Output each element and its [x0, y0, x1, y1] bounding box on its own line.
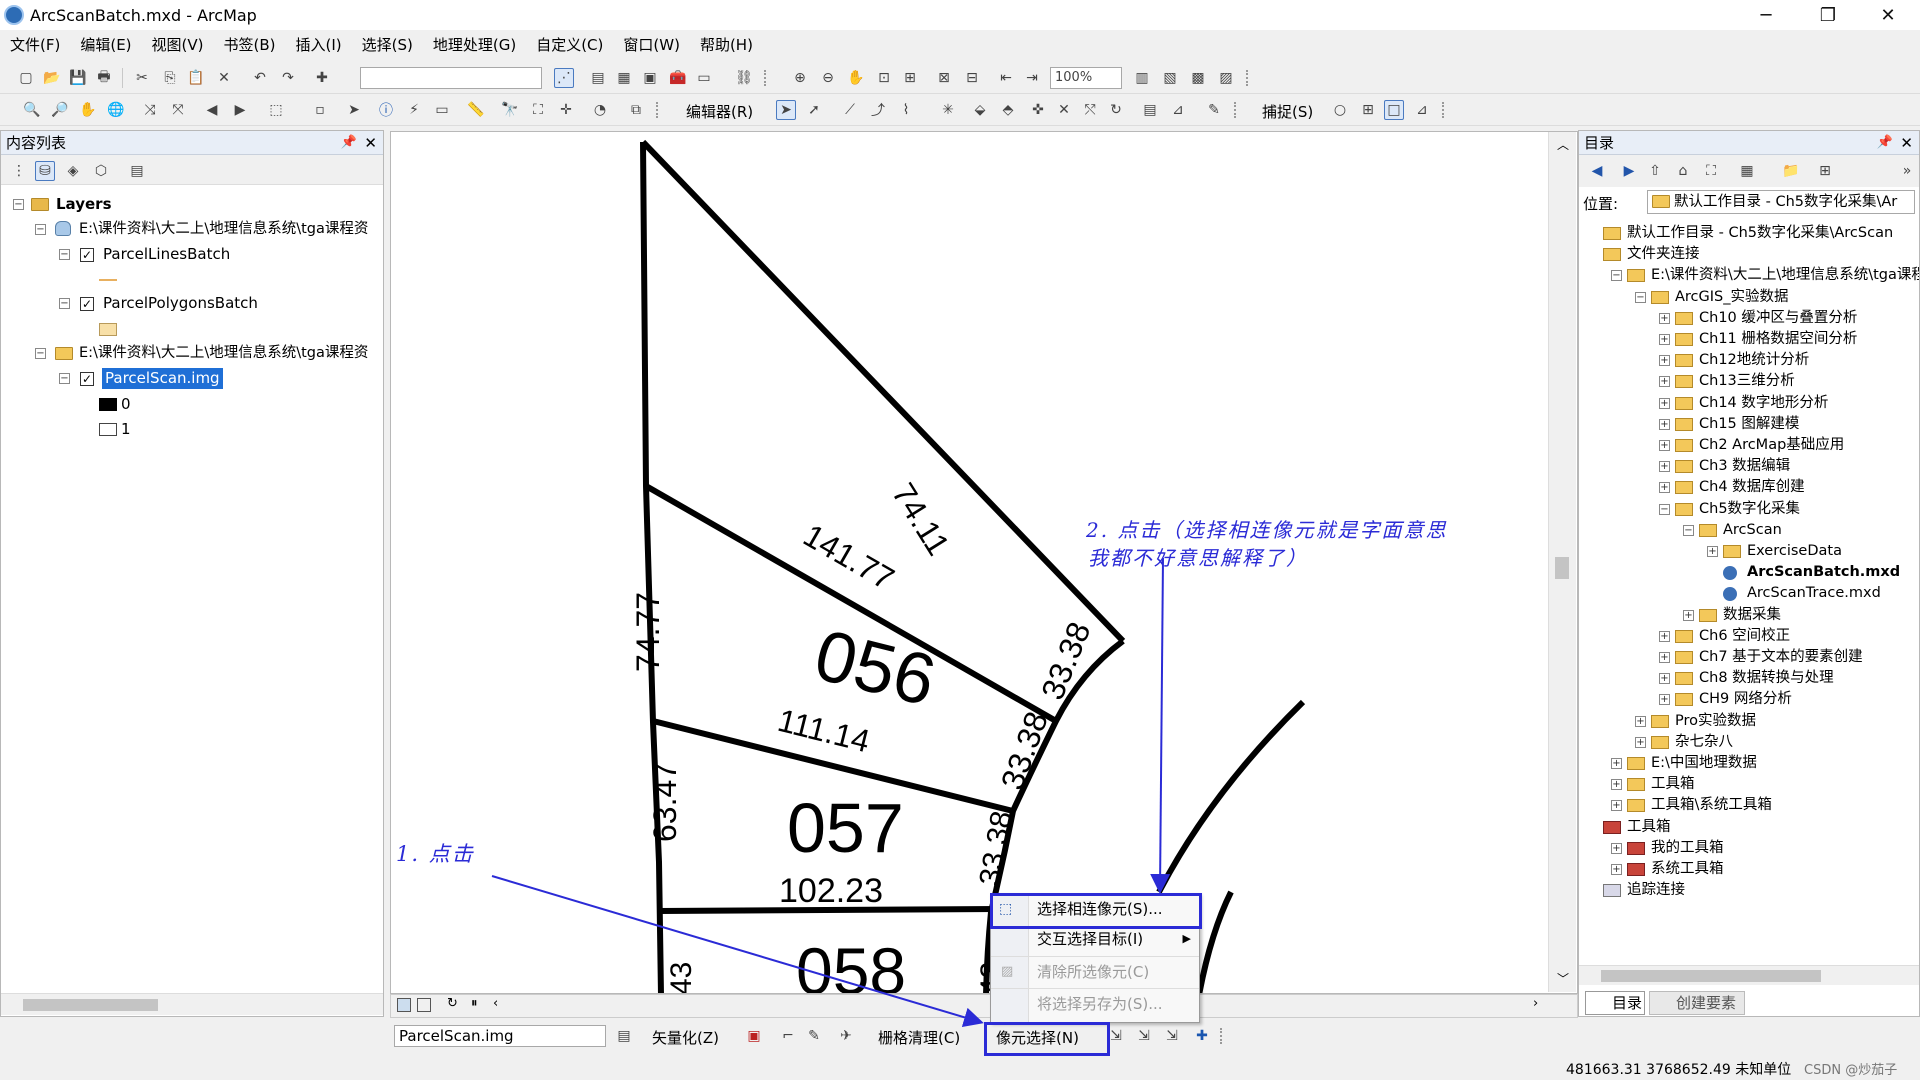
- annotation-arrows: [491, 557, 1171, 1027]
- watermark: CSDN @炒茄子: [1804, 1063, 1898, 1078]
- status-bar: 481663.31 3768652.49 未知单位 CSDN @炒茄子: [0, 1056, 1920, 1080]
- annotation-step-1: 1. 点击: [396, 842, 475, 866]
- annotation-step-2-line-1: 2. 点击（选择相连像元就是字面意思: [1086, 518, 1448, 542]
- coordinates-readout: 481663.31 3768652.49 未知单位: [1566, 1062, 1792, 1078]
- annotation-step-2-line-2: 我都不好意思解释了）: [1088, 546, 1308, 570]
